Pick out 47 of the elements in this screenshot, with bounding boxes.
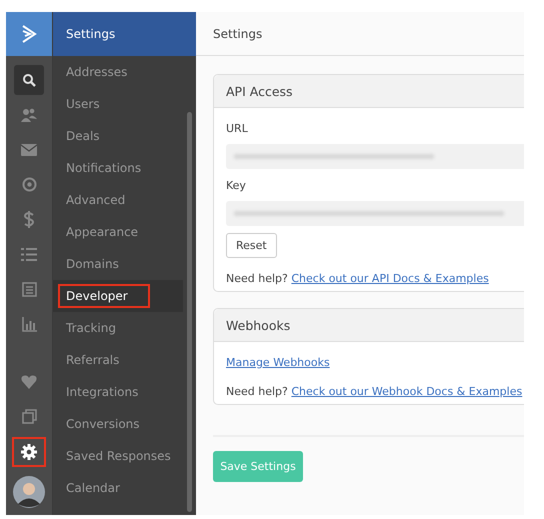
scrollbar[interactable] [187,112,192,512]
highlight-frame: Developer [58,284,150,308]
rail-button[interactable] [12,475,46,509]
nav-item[interactable]: Referrals [53,344,183,376]
field-label: URL [226,122,249,137]
nav-item[interactable]: Users [53,88,183,120]
search-icon [22,72,36,86]
input-field[interactable] [226,144,524,169]
save-button[interactable]: Save Settings [213,451,303,482]
panel-title: API Access [214,75,524,108]
nav-title: Settings [53,12,196,56]
settings-icon [21,444,37,460]
nav-item[interactable]: Saved Responses [53,440,183,472]
manage-link[interactable]: Manage Webhooks [226,356,330,369]
reset-button[interactable]: Reset [226,233,277,258]
logo-tile[interactable] [6,12,52,56]
avatar-icon [13,476,45,508]
help-text: Need help? [226,385,289,398]
heart-icon [21,374,37,388]
bar-chart-icon [22,317,36,332]
panel-title: Webhooks [214,309,524,342]
highlight-frame[interactable] [12,436,46,466]
nav-item[interactable]: Conversions [53,408,183,440]
rail-button[interactable] [14,64,44,94]
envelope-icon [21,144,37,156]
nav-item[interactable]: Calendar [53,472,183,504]
nav-item[interactable]: Advanced [53,184,183,216]
nav-item[interactable]: Tracking [53,312,183,344]
docs-link[interactable]: Check out our API Docs & Examples [291,272,489,285]
nav-item[interactable]: Developer [53,280,183,312]
copies-icon [22,409,36,424]
document-icon [22,282,36,297]
people-icon [21,108,37,122]
nav-item[interactable]: Domains [53,248,183,280]
field-label: Key [226,179,247,194]
dollar-icon [23,211,35,228]
nav-item[interactable]: Deals [53,120,183,152]
list-icon [21,248,37,261]
nav-item[interactable]: Addresses [53,56,183,88]
input-field[interactable] [226,201,524,226]
nav-item[interactable]: Integrations [53,376,183,408]
nav-item[interactable]: Appearance [53,216,183,248]
page-title: Settings [196,12,524,56]
docs-link[interactable]: Check out our Webhook Docs & Examples [291,385,522,398]
target-icon [22,177,36,192]
nav-item[interactable]: Notifications [53,152,183,184]
help-text: Need help? [226,272,289,285]
